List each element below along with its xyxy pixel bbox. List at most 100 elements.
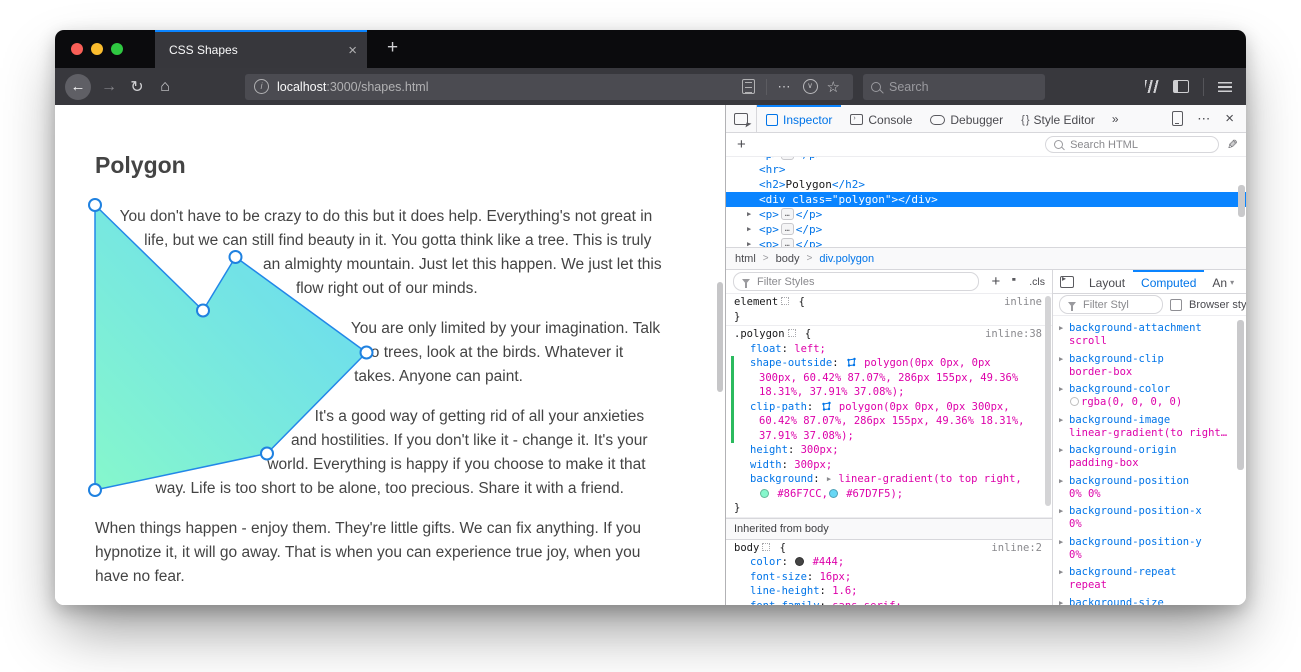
- computed-property[interactable]: ▶ background-clip border-box: [1053, 351, 1246, 382]
- inline-text-badge[interactable]: …: [780, 238, 794, 247]
- sidebar-tab-computed[interactable]: Computed: [1133, 270, 1205, 293]
- expand-sidebar-icon[interactable]: [1060, 274, 1074, 288]
- page-scrollbar[interactable]: [715, 105, 725, 605]
- zoom-window-button[interactable]: [111, 43, 123, 55]
- search-bar[interactable]: Search: [863, 73, 1045, 100]
- devtools-tab-debugger[interactable]: Debugger: [921, 105, 1012, 132]
- new-tab-button[interactable]: +: [379, 37, 406, 59]
- inline-text-badge[interactable]: …: [780, 223, 794, 235]
- css-rule-line[interactable]: }: [726, 501, 1052, 516]
- twisty-icon[interactable]: ▶: [1059, 568, 1063, 576]
- computed-filter-input[interactable]: [1081, 297, 1154, 312]
- url-bar[interactable]: i localhost:3000/shapes.html ⋯ ∨ ☆: [245, 73, 853, 100]
- css-rule-line[interactable]: shape-outside: polygon(0px 0px, 0px: [726, 356, 1052, 371]
- devtools-close-icon[interactable]: ×: [1225, 110, 1234, 127]
- devtools-tab-inspector[interactable]: Inspector: [757, 105, 842, 132]
- twisty-icon[interactable]: ▶: [747, 237, 751, 247]
- selector-target-icon[interactable]: [781, 297, 790, 305]
- minimize-window-button[interactable]: [91, 43, 103, 55]
- twisty-icon[interactable]: ▶: [1059, 416, 1063, 424]
- computed-property[interactable]: ▶ background-position 0% 0%: [1053, 473, 1246, 504]
- page-actions-icon[interactable]: ⋯: [772, 79, 798, 95]
- back-button[interactable]: ←: [65, 73, 91, 100]
- reload-button[interactable]: ↻: [123, 77, 151, 97]
- twisty-icon[interactable]: ▶: [1059, 355, 1063, 363]
- more-tabs-button[interactable]: »: [1104, 105, 1127, 132]
- css-rule-line[interactable]: 18.31%, 37.91% 37.08%);: [726, 385, 1052, 400]
- css-rule-line[interactable]: clip-path: polygon(0px 0px, 0px 300px,: [726, 399, 1052, 415]
- tab-close-icon[interactable]: ×: [348, 43, 357, 58]
- css-rule-line[interactable]: float: left;: [726, 342, 1052, 357]
- css-rule-line[interactable]: .polygon {inline:38: [726, 327, 1052, 342]
- css-rule-line[interactable]: line-height: 1.6;: [726, 584, 1052, 599]
- filter-styles-input[interactable]: [755, 274, 971, 289]
- sidebar-tab-layout[interactable]: Layout: [1081, 270, 1133, 293]
- css-rule-line[interactable]: height: 300px;: [726, 443, 1052, 458]
- search-html-box[interactable]: [1045, 136, 1220, 153]
- inline-text-badge[interactable]: …: [780, 208, 794, 220]
- devtools-menu-icon[interactable]: ⋯: [1197, 111, 1211, 127]
- pocket-icon[interactable]: ∨: [802, 79, 818, 94]
- menu-hamburger-icon[interactable]: [1218, 81, 1232, 92]
- css-rule-line[interactable]: color: #444;: [726, 555, 1052, 570]
- color-swatch[interactable]: [828, 488, 838, 498]
- twisty-icon[interactable]: ▶: [1059, 477, 1063, 485]
- browser-styles-checkbox[interactable]: [1170, 298, 1182, 311]
- pick-element-button[interactable]: [726, 105, 757, 132]
- sidebar-tab-animations[interactable]: An ▾: [1204, 270, 1242, 293]
- computed-property[interactable]: ▶ background-position-y 0%: [1053, 534, 1246, 565]
- bookmark-star-icon[interactable]: ☆: [823, 78, 844, 96]
- css-rule-line[interactable]: 60.42% 87.07%, 286px 155px, 49.36% 18.31…: [726, 414, 1052, 429]
- computed-property[interactable]: ▶ background-origin padding-box: [1053, 442, 1246, 473]
- breadcrumb-item[interactable]: div.polygon: [819, 253, 874, 265]
- reader-mode-icon[interactable]: [741, 79, 755, 94]
- toggle-classes-button[interactable]: .cls: [1029, 276, 1045, 288]
- selector-target-icon[interactable]: [787, 329, 796, 337]
- markup-row[interactable]: ▶ <p>…</p>: [726, 237, 1246, 247]
- computed-scrollbar-thumb[interactable]: [1237, 320, 1244, 470]
- expand-value-icon[interactable]: ▶: [827, 475, 831, 483]
- library-icon[interactable]: [1145, 80, 1159, 93]
- css-rule-line[interactable]: 37.91% 37.08%);: [726, 428, 1052, 444]
- responsive-design-icon[interactable]: [1172, 111, 1184, 126]
- pseudo-class-panel-icon[interactable]: [1012, 277, 1016, 281]
- search-html-input[interactable]: [1068, 137, 1211, 152]
- twisty-icon[interactable]: ▶: [1059, 324, 1063, 332]
- devtools-tab-console[interactable]: › Console: [841, 105, 921, 132]
- sidebar-toggle-icon[interactable]: [1173, 80, 1189, 93]
- color-swatch[interactable]: [1070, 397, 1079, 406]
- markup-row[interactable]: <div class="polygon"></div>: [726, 192, 1246, 207]
- css-rule-line[interactable]: body {inline:2: [726, 541, 1052, 556]
- css-rule-line[interactable]: font-family: sans-serif;: [726, 599, 1052, 606]
- add-rule-button[interactable]: +: [988, 274, 1003, 289]
- breadcrumb-item[interactable]: html: [735, 253, 756, 265]
- twisty-icon[interactable]: ▶: [1059, 446, 1063, 454]
- url-text[interactable]: localhost:3000/shapes.html: [277, 80, 736, 94]
- twisty-icon[interactable]: ▶: [1059, 599, 1063, 606]
- site-info-icon[interactable]: i: [254, 79, 269, 94]
- computed-property[interactable]: ▶ background-attachment scroll: [1053, 320, 1246, 351]
- css-rule-line[interactable]: background: ▶ linear-gradient(to top rig…: [726, 472, 1052, 487]
- markup-row[interactable]: ▶ <p>…</p>: [726, 222, 1246, 237]
- markup-row[interactable]: <hr>: [726, 162, 1246, 177]
- rules-scrollbar-thumb[interactable]: [1045, 296, 1051, 506]
- selector-target-icon[interactable]: [762, 542, 771, 551]
- computed-property[interactable]: ▶ background-image linear-gradient(to righ…: [1053, 412, 1246, 443]
- browser-tab[interactable]: CSS Shapes ×: [155, 30, 367, 68]
- forward-button[interactable]: →: [95, 78, 123, 96]
- css-rule-line[interactable]: #86F7CC, #67D7F5);: [726, 487, 1052, 502]
- devtools-tab-style-editor[interactable]: { } Style Editor: [1012, 105, 1104, 132]
- shape-editor-icon[interactable]: [845, 357, 858, 369]
- markup-row[interactable]: ▶ <p>…</p>: [726, 207, 1246, 222]
- color-swatch[interactable]: [795, 557, 805, 566]
- twisty-icon[interactable]: ▶: [747, 222, 751, 237]
- computed-property[interactable]: ▶ background-position-x 0%: [1053, 503, 1246, 534]
- breadcrumb-item[interactable]: body: [776, 253, 800, 265]
- edit-html-icon[interactable]: ✎: [1227, 137, 1238, 153]
- twisty-icon[interactable]: ▶: [747, 207, 751, 222]
- css-rule-line[interactable]: element {inline: [726, 295, 1052, 310]
- inline-text-badge[interactable]: …: [780, 157, 794, 160]
- markup-row[interactable]: <h2>Polygon</h2>: [726, 177, 1246, 192]
- polygon-shape-region[interactable]: [88, 198, 374, 497]
- computed-filter-box[interactable]: [1059, 295, 1163, 314]
